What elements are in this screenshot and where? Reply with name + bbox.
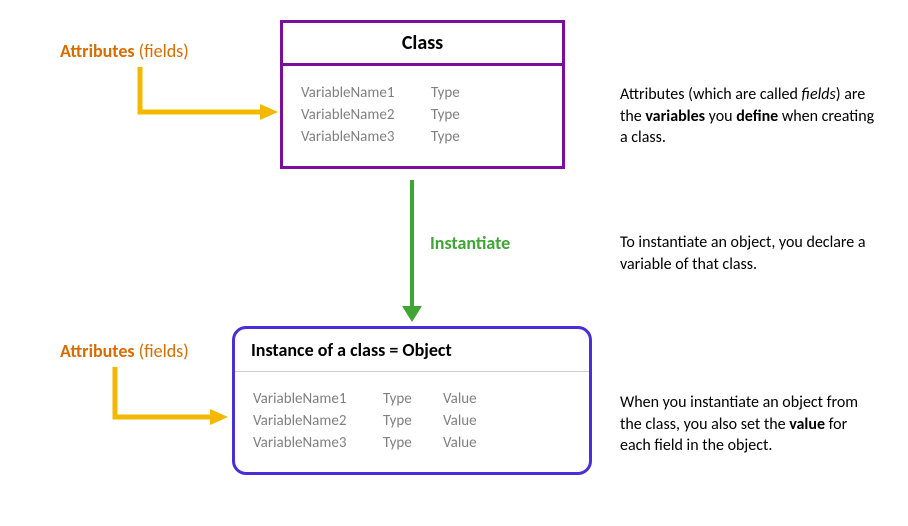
text-bold: variables (645, 107, 705, 126)
class-body: VariableName1 Type VariableName2 Type Va… (283, 66, 562, 166)
attributes-label-bottom: Attributes (fields) (60, 340, 189, 362)
arrow-attributes-to-object (110, 362, 240, 442)
object-row: VariableName3 Type Value (253, 434, 571, 452)
object-row: VariableName1 Type Value (253, 390, 571, 408)
attributes-label-top: Attributes (fields) (60, 40, 189, 62)
class-row: VariableName2 Type (301, 106, 544, 124)
var-type: Type (431, 128, 491, 146)
class-title: Class (283, 23, 562, 66)
var-type: Type (431, 106, 491, 124)
var-name: VariableName2 (301, 106, 431, 124)
var-type: Type (383, 434, 443, 452)
text-italic: fields (801, 85, 835, 104)
var-type: Type (431, 84, 491, 102)
var-name: VariableName3 (253, 434, 383, 452)
description-instantiate: To instantiate an object, you declare a … (620, 232, 880, 275)
text-bold: define (736, 107, 778, 126)
text-segment: Attributes (which are called (620, 85, 801, 104)
instantiate-arrow-head-icon (402, 306, 422, 322)
var-name: VariableName1 (253, 390, 383, 408)
class-row: VariableName3 Type (301, 128, 544, 146)
object-body: VariableName1 Type Value VariableName2 T… (235, 372, 589, 472)
instantiate-arrow-line (410, 180, 414, 310)
object-title-pre: Instance of a class = (251, 339, 402, 361)
var-type: Type (383, 412, 443, 430)
instantiate-label: Instantiate (430, 232, 510, 254)
object-box: Instance of a class = Object VariableNam… (232, 326, 592, 475)
text-segment: you (705, 107, 736, 126)
attributes-word: Attributes (60, 40, 135, 62)
arrow-attributes-to-class (135, 62, 285, 137)
var-name: VariableName3 (301, 128, 431, 146)
fields-word: (fields) (135, 340, 189, 362)
fields-word: (fields) (135, 40, 189, 62)
description-attributes: Attributes (which are called fields) are… (620, 84, 880, 149)
var-name: VariableName2 (253, 412, 383, 430)
class-row: VariableName1 Type (301, 84, 544, 102)
object-title: Instance of a class = Object (235, 329, 589, 372)
var-value: Value (443, 434, 503, 452)
object-title-bold: Object (402, 339, 451, 361)
class-box: Class VariableName1 Type VariableName2 T… (280, 20, 565, 169)
attributes-word: Attributes (60, 340, 135, 362)
object-row: VariableName2 Type Value (253, 412, 571, 430)
yellow-arrow-icon (135, 62, 285, 132)
var-name: VariableName1 (301, 84, 431, 102)
description-object: When you instantiate an object from the … (620, 392, 880, 457)
var-value: Value (443, 412, 503, 430)
yellow-arrow-icon (110, 362, 240, 437)
var-type: Type (383, 390, 443, 408)
var-value: Value (443, 390, 503, 408)
text-bold: value (789, 415, 825, 434)
